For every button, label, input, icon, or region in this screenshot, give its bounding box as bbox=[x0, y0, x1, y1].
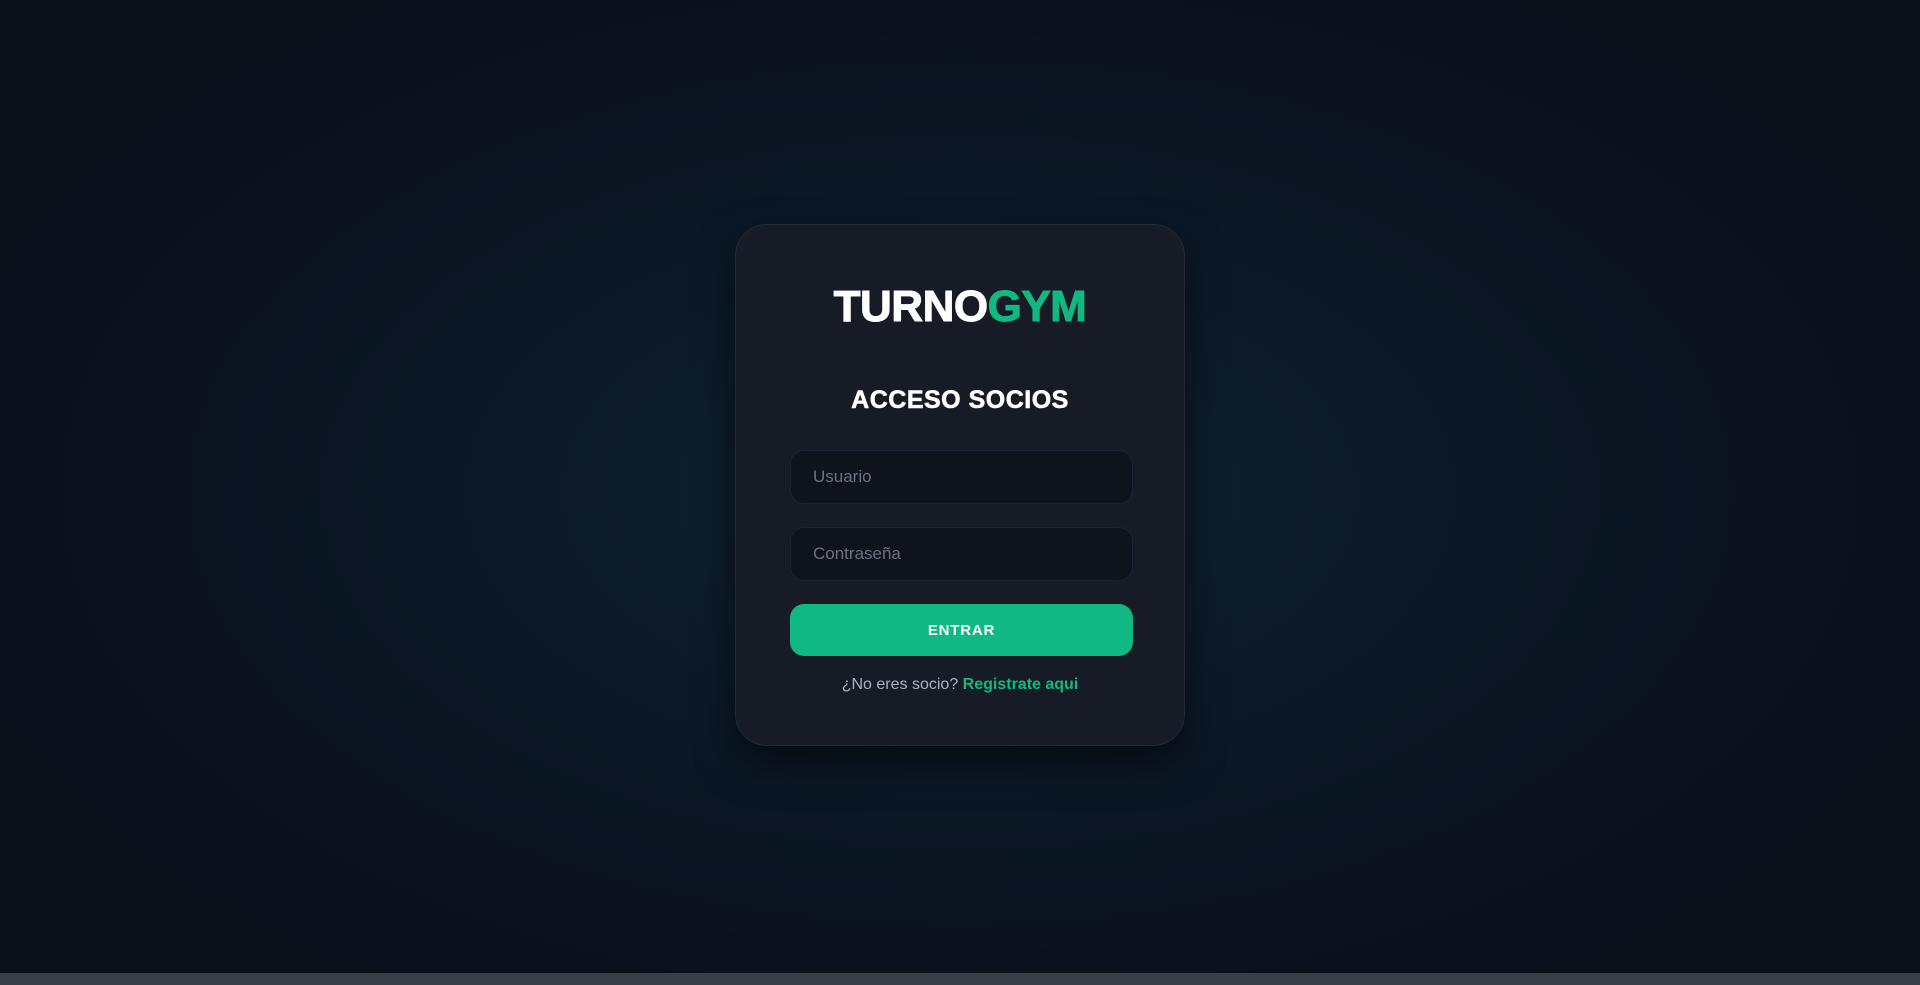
register-link[interactable]: Registrate aqui bbox=[963, 676, 1079, 693]
brand-logo: TURNOGYM bbox=[736, 282, 1184, 331]
brand-logo-part-2: GYM bbox=[987, 282, 1087, 331]
register-row: ¿No eres socio? Registrate aqui bbox=[736, 676, 1184, 694]
brand-logo-part-1: TURNO bbox=[833, 282, 988, 331]
form-title: ACCESO SOCIOS bbox=[851, 386, 1069, 415]
password-input[interactable] bbox=[790, 527, 1133, 581]
username-input[interactable] bbox=[790, 450, 1133, 504]
register-prompt: ¿No eres socio? bbox=[841, 676, 959, 693]
login-card: TURNOGYM ACCESO SOCIOS ENTRAR ¿No eres s… bbox=[735, 224, 1185, 746]
login-submit-button[interactable]: ENTRAR bbox=[790, 604, 1133, 656]
bottom-bar bbox=[0, 973, 1920, 985]
